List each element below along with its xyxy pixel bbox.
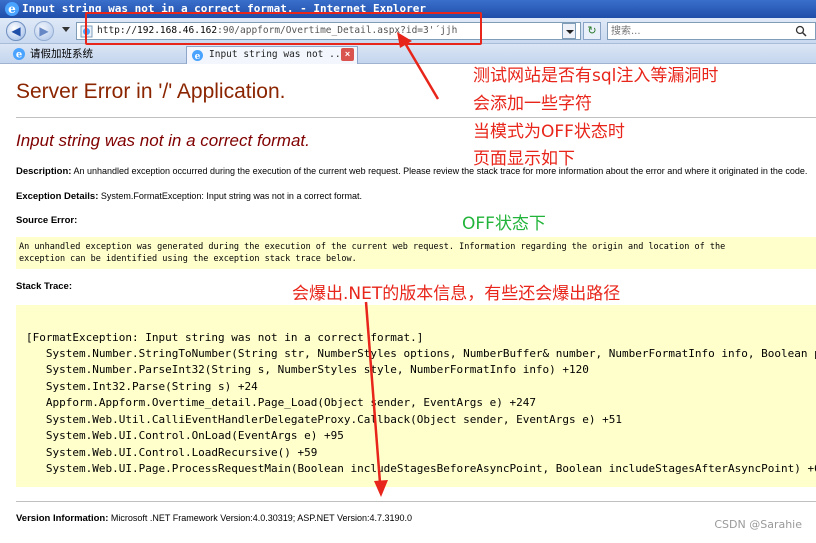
stack-trace-line: [FormatException: Input string was not i… <box>26 331 424 344</box>
stack-trace-line: System.Web.UI.Control.OnLoad(EventArgs e… <box>26 429 344 442</box>
description-label: Description: <box>16 166 72 177</box>
search-input[interactable] <box>611 23 791 39</box>
history-dropdown-icon[interactable] <box>62 27 70 32</box>
search-box[interactable] <box>607 22 816 40</box>
stack-trace-line: System.Int32.Parse(String s) +24 <box>26 380 258 393</box>
page-heading: Server Error in '/' Application. <box>16 80 286 103</box>
address-dropdown-button[interactable] <box>562 23 576 39</box>
annotation-note-line: 会添加一些字符 <box>473 94 592 114</box>
source-error-label: Source Error: <box>16 215 78 226</box>
annotation-note-line: 页面显示如下 <box>473 149 575 169</box>
favorite-page-icon: e <box>13 48 25 61</box>
close-tab-icon[interactable]: × <box>341 48 354 61</box>
stack-trace-line: Appform.Appform.Overtime_detail.Page_Loa… <box>26 396 536 409</box>
svg-text:e: e <box>8 2 16 16</box>
annotation-note-line: 当模式为OFF状态时 <box>473 122 625 142</box>
svg-text:e: e <box>16 50 22 61</box>
stack-trace-line: System.Web.UI.Control.LoadRecursive() +5… <box>26 446 318 459</box>
stack-trace-line: System.Web.Util.CalliEventHandlerDelegat… <box>26 413 623 426</box>
error-title: Input string was not in a correct format… <box>16 131 310 150</box>
stack-trace-line: System.Number.ParseInt32(String s, Numbe… <box>26 363 589 376</box>
url-highlight-box <box>85 12 482 45</box>
description-text: An unhandled exception occurred during t… <box>71 166 808 176</box>
back-button[interactable]: ◀ <box>6 21 26 41</box>
stack-trace-line: System.Number.StringToNumber(String str,… <box>45 347 816 360</box>
description-line: Description: An unhandled exception occu… <box>16 166 807 177</box>
annotation-leak-note: 会爆出.NET的版本信息，有些还会爆出路径 <box>292 284 621 304</box>
version-info-line: Version Information: Microsoft .NET Fram… <box>16 513 412 524</box>
source-error-line: exception can be identified using the ex… <box>19 254 357 264</box>
svg-text:e: e <box>195 52 201 62</box>
source-error-text: An unhandled exception was generated dur… <box>19 241 725 265</box>
divider <box>16 117 816 118</box>
favorite-link[interactable]: 请假加班系统 <box>30 46 93 61</box>
exception-details-label: Exception Details: <box>16 191 99 202</box>
watermark: CSDN @Sarahie <box>714 518 802 531</box>
tab-current-page[interactable]: e Input string was not ... × <box>186 46 358 64</box>
forward-button[interactable]: ▶ <box>34 21 54 41</box>
tab-label: Input string was not ... <box>209 49 347 60</box>
stack-trace-line: System.Web.UI.Page.ProcessRequestMain(Bo… <box>26 462 816 475</box>
version-info-text: Microsoft .NET Framework Version:4.0.303… <box>108 513 413 523</box>
source-error-box: An unhandled exception was generated dur… <box>16 237 816 269</box>
source-error-line: An unhandled exception was generated dur… <box>19 242 726 252</box>
stack-trace-label: Stack Trace: <box>16 281 72 292</box>
tab-page-icon: e <box>192 50 203 62</box>
exception-details-text: System.FormatException: Input string was… <box>98 191 362 201</box>
annotation-off-label: OFF状态下 <box>462 214 546 234</box>
internet-explorer-icon: e <box>5 2 19 16</box>
exception-details-line: Exception Details: System.FormatExceptio… <box>16 191 362 202</box>
annotation-note-line: 测试网站是否有sql注入等漏洞时 <box>473 66 719 86</box>
refresh-icon[interactable]: ↻ <box>583 22 601 40</box>
page-content: Server Error in '/' Application. Input s… <box>0 65 816 543</box>
stack-trace-box: [FormatException: Input string was not i… <box>16 305 816 487</box>
divider <box>16 501 816 502</box>
search-icon[interactable] <box>795 25 807 37</box>
version-info-label: Version Information: <box>16 513 109 524</box>
